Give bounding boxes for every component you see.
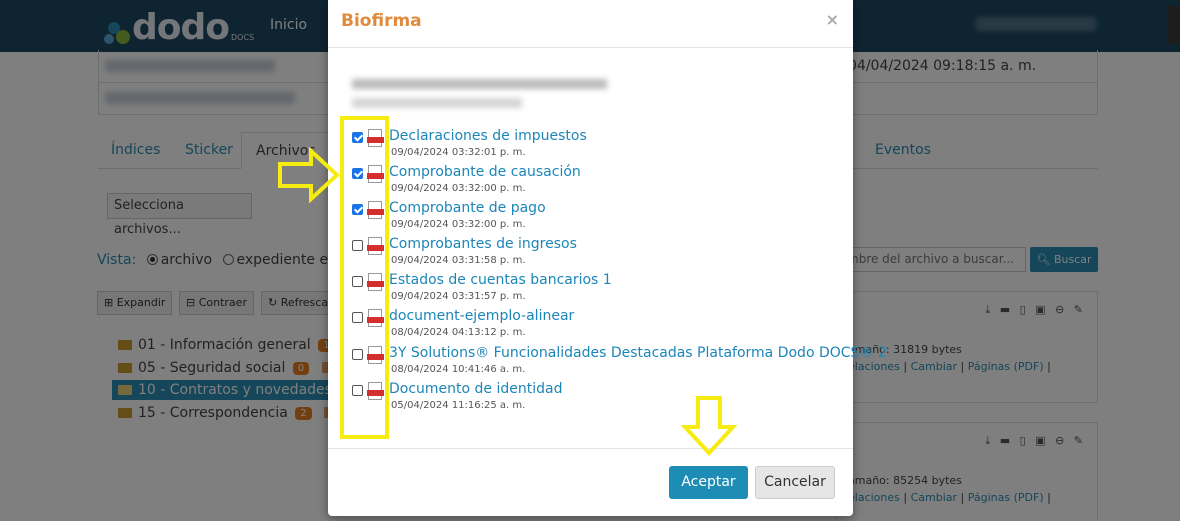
modal-header: Biofirma × [328, 0, 853, 48]
blurred-instructions-sub [352, 98, 522, 108]
file-date: 05/04/2024 11:16:25 a. m. [391, 400, 526, 411]
file-name-link[interactable]: 3Y Solutions® Funcionalidades Destacadas… [389, 345, 887, 361]
cancel-button[interactable]: Cancelar [755, 466, 835, 499]
file-name-link[interactable]: Documento de identidad [389, 381, 563, 397]
biofirma-modal: Biofirma × Declaraciones de impuestos 09… [328, 0, 887, 516]
modal-title: Biofirma [341, 11, 422, 31]
modal-footer-divider [328, 448, 853, 449]
file-name-link[interactable]: Comprobante de pago [389, 200, 546, 216]
file-date: 09/04/2024 03:31:57 p. m. [391, 291, 526, 302]
file-name-link[interactable]: Declaraciones de impuestos [389, 128, 587, 144]
file-date: 09/04/2024 03:31:58 p. m. [391, 255, 526, 266]
right-arrow-annotation-icon [278, 147, 340, 203]
file-date: 09/04/2024 03:32:01 p. m. [391, 147, 526, 158]
file-date: 08/04/2024 10:41:46 a. m. [391, 364, 526, 375]
file-name-link[interactable]: Estados de cuentas bancarios 1 [389, 272, 612, 288]
accept-button[interactable]: Aceptar [669, 466, 748, 499]
blurred-instructions [352, 79, 607, 89]
down-arrow-annotation-icon [681, 396, 737, 456]
file-name-link[interactable]: Comprobante de causación [389, 164, 581, 180]
file-name-link[interactable]: document-ejemplo-alinear [389, 308, 574, 324]
checkbox-highlight-box [340, 116, 389, 439]
file-date: 08/04/2024 04:13:12 p. m. [391, 327, 526, 338]
file-date: 09/04/2024 03:32:00 p. m. [391, 219, 526, 230]
file-date: 09/04/2024 03:32:00 p. m. [391, 183, 526, 194]
file-name-link[interactable]: Comprobantes de ingresos [389, 236, 577, 252]
close-icon[interactable]: × [826, 10, 839, 29]
